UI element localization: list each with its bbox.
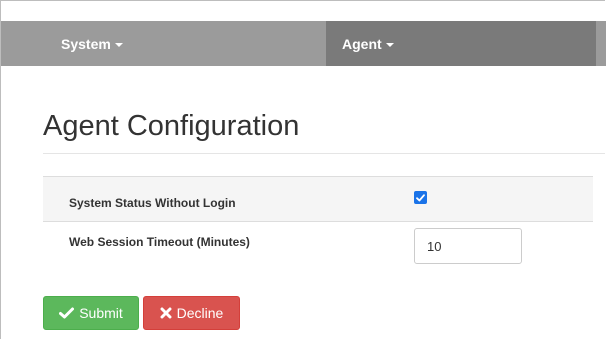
status-without-login-checkbox[interactable] xyxy=(414,191,427,204)
submit-button[interactable]: Submit xyxy=(43,296,139,330)
config-row-status-without-login: System Status Without Login xyxy=(43,176,593,221)
web-session-timeout-label: Web Session Timeout (Minutes) xyxy=(69,235,250,249)
decline-button[interactable]: Decline xyxy=(143,296,240,330)
navbar-filler xyxy=(596,21,606,66)
web-session-timeout-input[interactable] xyxy=(414,228,522,264)
config-row-web-session-timeout: Web Session Timeout (Minutes) xyxy=(43,221,593,273)
decline-label: Decline xyxy=(176,305,224,321)
submit-label: Submit xyxy=(79,305,123,321)
check-icon xyxy=(416,193,425,201)
nav-menu-agent[interactable]: Agent xyxy=(326,21,596,66)
nav-menu-system[interactable]: System xyxy=(1,21,326,66)
nav-menu-system-label: System xyxy=(61,35,111,52)
caret-down-icon xyxy=(114,42,123,47)
x-icon xyxy=(160,307,172,319)
page-title: Agent Configuration xyxy=(43,110,300,142)
caret-down-icon xyxy=(385,42,394,47)
title-divider xyxy=(43,153,605,154)
nav-menu-agent-label: Agent xyxy=(342,35,382,52)
top-navbar: System Agent xyxy=(1,21,606,66)
status-without-login-label: System Status Without Login xyxy=(69,196,236,210)
config-table: System Status Without Login Web Session … xyxy=(43,176,593,273)
check-icon xyxy=(59,307,75,319)
